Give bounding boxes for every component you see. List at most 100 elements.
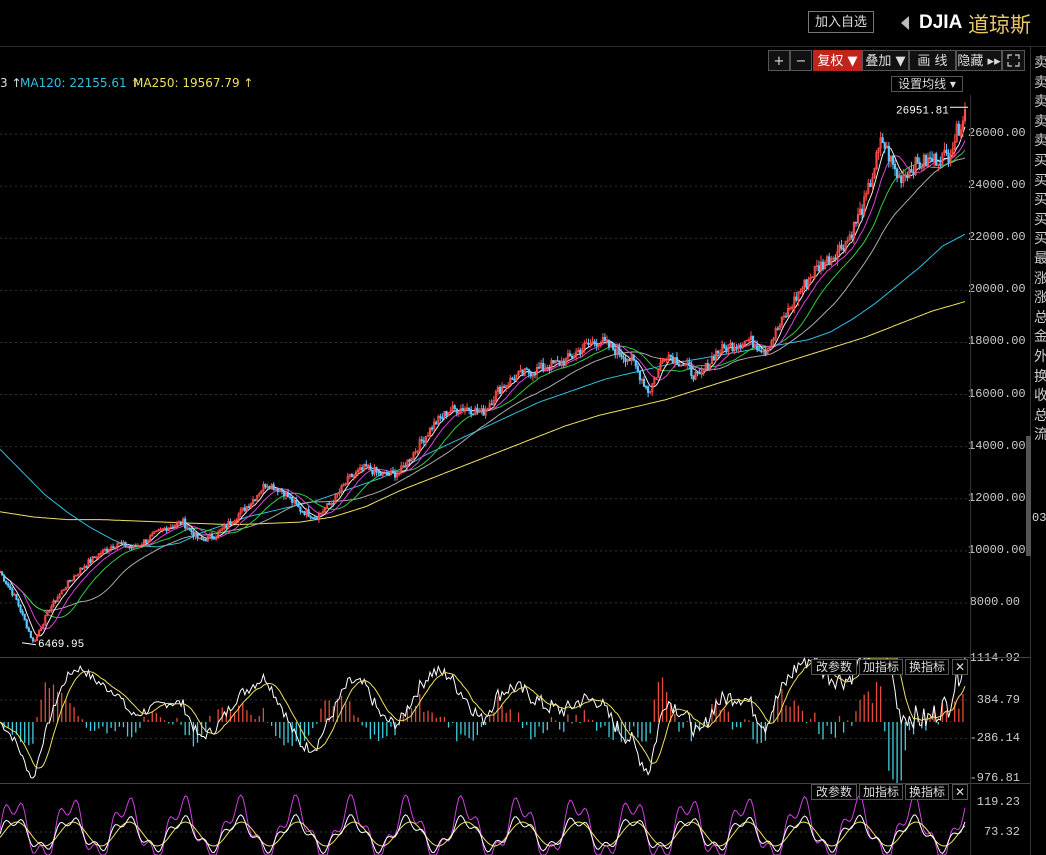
overlay-button[interactable]: 叠加 ▼ xyxy=(862,50,909,71)
candle-body xyxy=(377,471,380,474)
candle-body xyxy=(622,356,625,359)
candle-body xyxy=(264,483,267,488)
candle-body xyxy=(19,605,22,612)
candle-body xyxy=(850,234,853,239)
candle-body xyxy=(570,355,574,358)
y-tick-label: 14000.00 xyxy=(968,438,1026,453)
kdj-switch-indicator-button[interactable]: 换指标 xyxy=(905,784,949,800)
ma120-legend: MA120: 22155.61 ↑ xyxy=(20,76,141,90)
candle-body xyxy=(618,346,621,355)
candle-body xyxy=(89,559,92,563)
candle-body xyxy=(29,631,32,639)
candle-body xyxy=(939,163,942,166)
candle-body xyxy=(171,526,174,529)
add-to-watchlist-button[interactable]: 加入自选 xyxy=(808,11,874,33)
candle-body xyxy=(805,279,808,288)
candle-body xyxy=(17,599,20,606)
candle-body xyxy=(834,257,837,260)
candle-body xyxy=(365,464,368,467)
candle-body xyxy=(441,417,444,419)
candle-body xyxy=(764,350,767,355)
candle-body xyxy=(272,484,275,491)
macd-close-button[interactable]: ✕ xyxy=(952,659,968,675)
candle-body xyxy=(706,363,709,371)
macd-add-indicator-button[interactable]: 加指标 xyxy=(859,659,903,675)
candle-body xyxy=(247,506,251,509)
candle-body xyxy=(498,387,502,394)
y-tick-label: 16000.00 xyxy=(968,386,1026,401)
candle-body xyxy=(7,583,10,587)
ma20-line xyxy=(0,140,966,630)
side-panel-label: 总 xyxy=(1034,407,1046,424)
scroll-handle[interactable] xyxy=(1026,436,1031,556)
candle-body xyxy=(445,411,448,417)
min-price-arrow xyxy=(21,642,37,646)
candle-body xyxy=(716,350,720,354)
y-tick-label: 10000.00 xyxy=(968,542,1026,557)
y-tick-label: 26000.00 xyxy=(968,126,1026,141)
candle-body xyxy=(11,589,14,596)
draw-line-button[interactable]: 画 线 xyxy=(909,50,956,71)
candle-body xyxy=(33,640,37,642)
macd-change-params-button[interactable]: 改参数 xyxy=(811,659,857,675)
candle-body xyxy=(910,169,913,173)
candle-body xyxy=(297,503,300,508)
kdj-close-button[interactable]: ✕ xyxy=(952,784,968,800)
candle-body xyxy=(723,344,726,348)
macd-y-tick-label: 1114.92 xyxy=(969,651,1020,665)
candle-body xyxy=(130,546,133,549)
candle-body xyxy=(891,155,895,165)
kdj-add-indicator-button[interactable]: 加指标 xyxy=(859,784,903,800)
candle-body xyxy=(579,349,582,354)
candle-body xyxy=(404,465,407,468)
candle-body xyxy=(291,496,294,503)
candle-body xyxy=(542,362,545,371)
candle-body xyxy=(758,349,761,352)
candle-body xyxy=(120,542,123,544)
candle-body xyxy=(490,403,493,406)
candle-body xyxy=(725,347,728,353)
side-panel-label: 涨 xyxy=(1034,290,1046,307)
candle-body xyxy=(31,637,35,642)
candle-body xyxy=(585,342,588,345)
fullscreen-button[interactable] xyxy=(1002,50,1025,71)
candle-body xyxy=(912,172,915,175)
candle-body xyxy=(280,489,283,492)
candle-body xyxy=(286,492,290,498)
candle-body xyxy=(828,256,831,265)
side-panel-label: 流 xyxy=(1034,427,1046,444)
macd-switch-indicator-button[interactable]: 换指标 xyxy=(905,659,949,675)
candle-body xyxy=(671,356,674,364)
candle-body xyxy=(644,386,648,388)
candle-body xyxy=(634,359,637,367)
side-panel-label: 换 xyxy=(1034,368,1046,385)
candle-body xyxy=(188,527,191,530)
chart-area: 26951.81 6469.95 xyxy=(0,102,968,855)
candle-body xyxy=(282,490,286,497)
candle-body xyxy=(957,123,960,136)
candle-body xyxy=(537,366,541,369)
candle-body xyxy=(21,611,24,615)
side-panel-label: 最 xyxy=(1034,251,1046,267)
set-ma-button[interactable]: 设置均线 ▾ xyxy=(891,76,963,92)
candle-body xyxy=(204,539,207,542)
max-price-label: 26951.81 xyxy=(896,105,949,117)
zoom-out-button[interactable]: − xyxy=(790,50,812,71)
candle-body xyxy=(521,369,524,376)
candle-body xyxy=(682,364,685,367)
candle-body xyxy=(165,527,168,531)
hide-button[interactable]: 隐藏 ▸▸ xyxy=(956,50,1002,71)
candle-body xyxy=(328,503,331,505)
candle-body xyxy=(881,137,884,144)
back-arrow-icon[interactable] xyxy=(901,16,909,30)
macd-dif-line xyxy=(0,656,966,779)
side-panel-label: 卖 xyxy=(1034,74,1046,91)
zoom-in-button[interactable]: + xyxy=(768,50,790,71)
restore-rights-button[interactable]: 复权 ▼ xyxy=(813,50,862,71)
candle-body xyxy=(23,613,26,621)
candle-body xyxy=(636,365,639,372)
candle-body xyxy=(350,474,353,478)
kdj-change-params-button[interactable]: 改参数 xyxy=(811,784,857,800)
candle-body xyxy=(482,408,485,416)
candle-body xyxy=(3,574,6,582)
